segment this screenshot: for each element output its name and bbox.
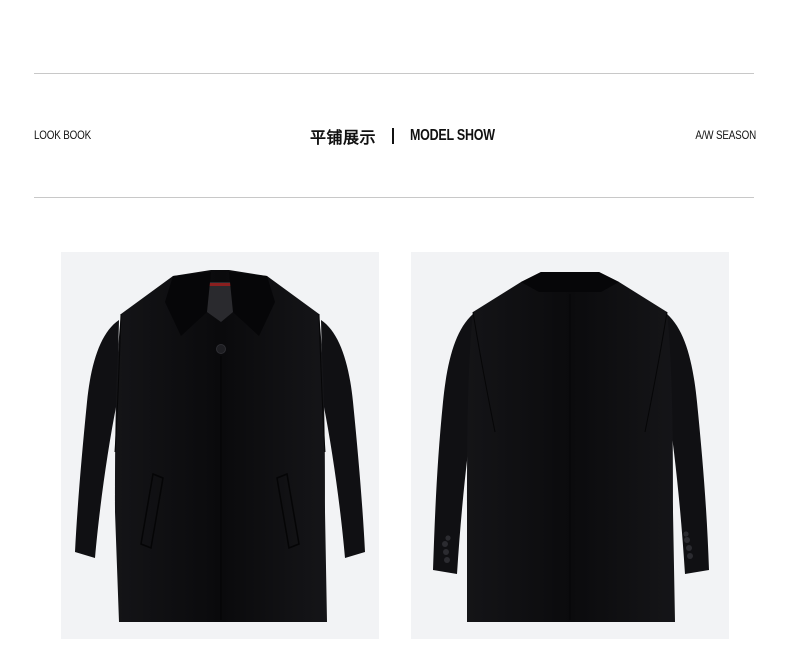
coat-front-photo [61, 252, 379, 639]
section-title: 平铺展示 MODEL SHOW [310, 124, 519, 148]
section-title-en: MODEL SHOW [410, 127, 495, 144]
coat-front-image [75, 270, 365, 622]
front-button [216, 344, 226, 354]
lookbook-label: LOOK BOOK [34, 128, 92, 142]
bottom-divider [34, 197, 754, 198]
section-title-cn: 平铺展示 [310, 130, 377, 147]
season-label: A/W SEASON [695, 128, 756, 142]
coat-back-photo [411, 252, 729, 639]
section-header: LOOK BOOK 平铺展示 MODEL SHOW A/W SEASON [34, 120, 756, 154]
neck-label [207, 283, 233, 286]
title-separator [392, 128, 395, 144]
coat-back-image [433, 272, 709, 622]
top-divider [34, 73, 754, 74]
